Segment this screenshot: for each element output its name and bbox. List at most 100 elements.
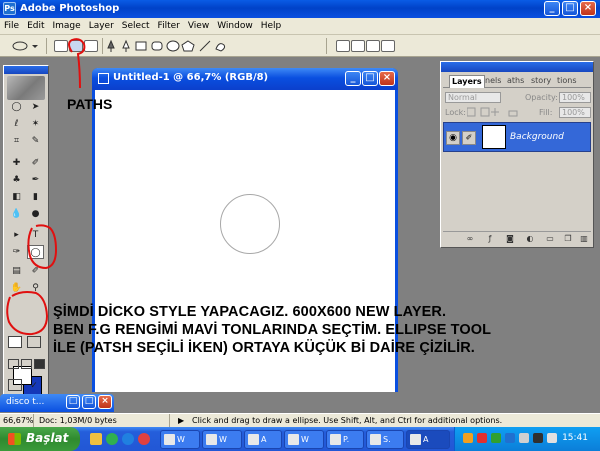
tray-icon[interactable] [533, 433, 543, 443]
taskbar-item-photoshop[interactable]: A [406, 430, 450, 449]
adjustment-layer-icon[interactable]: ◐ [525, 234, 535, 244]
taskbar-item-2[interactable]: W [202, 430, 242, 449]
opacity-input[interactable]: 100% [559, 92, 591, 103]
blend-mode-select[interactable]: Normal [445, 92, 501, 103]
doc-close-button[interactable]: × [379, 71, 395, 86]
tray-icon[interactable] [505, 433, 515, 443]
tray-icon[interactable] [491, 433, 501, 443]
zoom-tool-icon[interactable]: ⚲ [27, 281, 44, 295]
blur-tool-icon[interactable]: 💧 [8, 207, 25, 221]
tool-preset-picker[interactable] [10, 39, 40, 53]
eye-icon[interactable]: ◉ [446, 131, 460, 145]
quicklaunch-messenger-icon[interactable] [106, 433, 118, 445]
minidoc-close-button[interactable]: × [98, 395, 112, 409]
path-operation-subtract-button[interactable] [351, 40, 365, 52]
menu-filter[interactable]: Filter [154, 18, 184, 34]
brush-tool-icon[interactable]: ✐ [27, 156, 44, 170]
marquee-tool-icon[interactable]: ◯ [8, 100, 25, 114]
edit-in-imageready-button[interactable] [8, 379, 22, 391]
gradient-tool-icon[interactable]: ▮ [27, 190, 44, 204]
tab-channels[interactable]: nels [483, 75, 503, 88]
fill-pixels-mode-button[interactable] [84, 40, 98, 52]
checkmark-icon[interactable]: ✓ [27, 379, 41, 391]
layer-row-background[interactable]: ◉ ✐ Background [443, 122, 591, 152]
doc-maximize-button[interactable]: □ [362, 71, 378, 86]
new-layer-icon[interactable]: ❐ [563, 234, 573, 244]
menu-view[interactable]: View [184, 18, 213, 34]
app-minimize-button[interactable]: _ [544, 1, 560, 16]
screen-mode-full-button[interactable] [34, 359, 45, 369]
taskbar-item-1[interactable]: W [160, 430, 200, 449]
screen-mode-full-menu-button[interactable] [21, 359, 32, 369]
ellipse-tool-icon[interactable]: ◯ [27, 245, 44, 259]
fill-input[interactable]: 100% [559, 107, 591, 118]
crop-tool-icon[interactable]: ⌗ [8, 134, 25, 148]
pen-tool-icon[interactable]: ✑ [8, 245, 25, 259]
quicklaunch-player-icon[interactable] [138, 433, 150, 445]
speaker-icon[interactable] [547, 433, 557, 443]
path-operation-intersect-button[interactable] [366, 40, 380, 52]
link-icon[interactable]: ∞ [465, 234, 475, 244]
type-tool-icon[interactable]: T [27, 228, 44, 242]
slice-tool-icon[interactable]: ✎ [27, 134, 44, 148]
play-arrow-icon[interactable]: ▶ [178, 414, 184, 427]
tab-layers[interactable]: Layers [449, 75, 485, 88]
magic-wand-tool-icon[interactable]: ✶ [27, 117, 44, 131]
adobe-online-icon[interactable] [7, 76, 45, 100]
screen-mode-standard-button[interactable] [8, 359, 19, 369]
eyedropper-tool-icon[interactable]: ✐ [27, 264, 44, 278]
tab-history[interactable]: story [529, 75, 553, 88]
healing-brush-tool-icon[interactable]: ✚ [8, 156, 25, 170]
tab-actions[interactable]: tions [555, 75, 579, 88]
tray-icon[interactable] [463, 433, 473, 443]
taskbar-item-5[interactable]: P. [326, 430, 364, 449]
trash-icon[interactable]: ▥ [579, 234, 589, 244]
taskbar-item-4[interactable]: W [284, 430, 324, 449]
hand-tool-icon[interactable]: ✋ [8, 281, 25, 295]
tray-icon[interactable] [519, 433, 529, 443]
dodge-tool-icon[interactable]: ● [27, 207, 44, 221]
eraser-tool-icon[interactable]: ◧ [8, 190, 25, 204]
paths-mode-button[interactable] [69, 40, 83, 52]
minimized-document[interactable]: disco t... □ □ × [0, 394, 114, 412]
shape-layers-mode-button[interactable] [54, 40, 68, 52]
menu-help[interactable]: Help [257, 18, 286, 34]
path-operation-add-button[interactable] [336, 40, 350, 52]
new-group-icon[interactable]: ▭ [545, 234, 555, 244]
clone-stamp-tool-icon[interactable]: ♣ [8, 173, 25, 187]
menu-window[interactable]: Window [213, 18, 257, 34]
clock[interactable]: 15:41 [562, 433, 588, 443]
minidoc-maximize-button[interactable]: □ [82, 395, 96, 409]
path-selection-tool-icon[interactable]: ▸ [8, 228, 25, 242]
menu-select[interactable]: Select [118, 18, 154, 34]
tab-paths[interactable]: aths [505, 75, 526, 88]
brush-icon[interactable]: ✐ [462, 131, 476, 145]
layers-palette-title-bar[interactable] [441, 62, 593, 72]
start-button[interactable]: Başlat [0, 427, 80, 451]
taskbar-item-3[interactable]: A [244, 430, 282, 449]
lock-buttons[interactable] [467, 107, 525, 117]
move-tool-icon[interactable]: ➤ [27, 100, 44, 114]
document-title-bar[interactable]: Untitled-1 @ 66,7% (RGB/8) _ □ × [92, 68, 398, 90]
menu-file[interactable]: File [0, 18, 23, 34]
quicklaunch-explorer-icon[interactable] [90, 433, 102, 445]
layer-mask-icon[interactable]: ◙ [505, 234, 515, 244]
menu-image[interactable]: Image [49, 18, 85, 34]
layer-style-icon[interactable]: ƒ [485, 234, 495, 244]
quick-mask-mode-button[interactable] [27, 336, 41, 348]
minidoc-restore-button[interactable]: □ [66, 395, 80, 409]
doc-minimize-button[interactable]: _ [345, 71, 361, 86]
menu-layer[interactable]: Layer [85, 18, 118, 34]
quicklaunch-browser-icon[interactable] [122, 433, 134, 445]
zoom-level[interactable]: 66,67% [0, 414, 34, 428]
ellipse-path[interactable] [220, 194, 280, 254]
lasso-tool-icon[interactable]: ℓ [8, 117, 25, 131]
tray-icon[interactable] [477, 433, 487, 443]
notes-tool-icon[interactable]: ▤ [8, 264, 25, 278]
path-operation-exclude-button[interactable] [381, 40, 395, 52]
menu-edit[interactable]: Edit [23, 18, 48, 34]
standard-mode-button[interactable] [8, 336, 22, 348]
shape-tool-buttons[interactable] [106, 39, 230, 53]
app-maximize-button[interactable]: □ [562, 1, 578, 16]
taskbar-item-6[interactable]: S. [366, 430, 404, 449]
